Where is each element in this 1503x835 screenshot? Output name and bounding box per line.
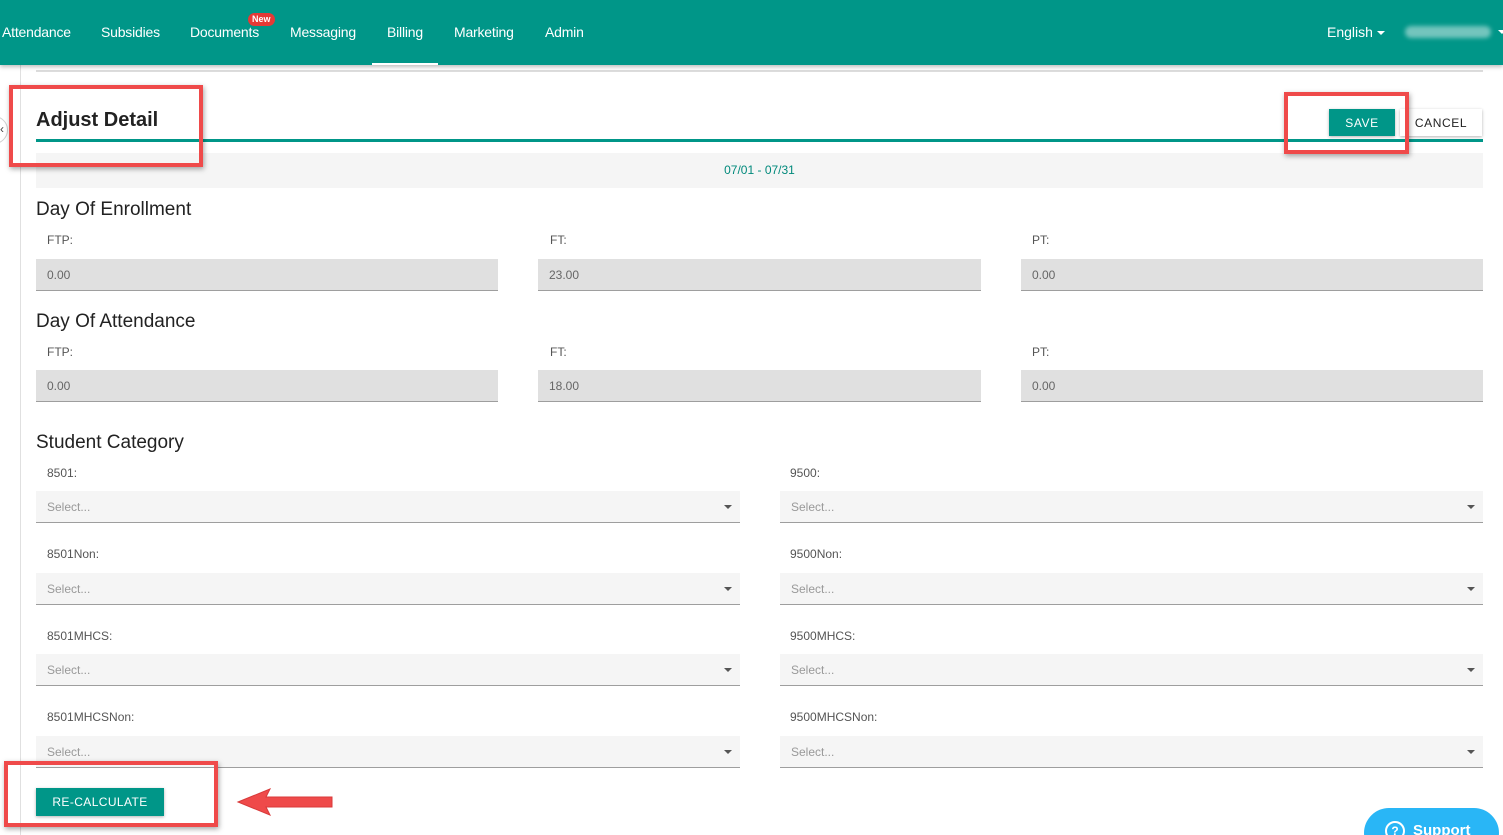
highlight-box-title (9, 85, 203, 167)
category-9500-select[interactable]: Select... (780, 491, 1483, 523)
nav-item-billing[interactable]: Billing (372, 0, 438, 65)
chevron-down-icon (1467, 668, 1475, 672)
top-navigation-bar: Attendance Subsidies Documents New Messa… (0, 0, 1503, 65)
period-range: 07/01 - 07/31 (36, 153, 1483, 188)
category-8501mhcs-label: 8501MHCS: (47, 629, 113, 643)
user-menu-blurred[interactable] (1405, 26, 1491, 38)
category-8501non-label: 8501Non: (47, 547, 100, 561)
arrow-left-icon (236, 788, 333, 816)
attendance-pt-field: 0.00 (1021, 370, 1483, 402)
category-8501-select[interactable]: Select... (36, 491, 740, 523)
chevron-down-icon (724, 668, 732, 672)
chevron-down-icon (1467, 505, 1475, 509)
category-9500mhcs-select[interactable]: Select... (780, 654, 1483, 686)
attendance-ftp-label: FTP: (47, 345, 73, 359)
new-badge: New (248, 13, 275, 26)
collapse-panel-handle[interactable]: ‹ (0, 116, 8, 144)
category-9500-label: 9500: (790, 466, 821, 480)
nav-item-documents[interactable]: Documents (190, 0, 259, 65)
enrollment-ftp-field: 0.00 (36, 259, 498, 291)
language-label: English (1327, 24, 1373, 40)
chevron-down-icon (1467, 587, 1475, 591)
chevron-down-icon (724, 505, 732, 509)
nav-item-admin[interactable]: Admin (545, 0, 584, 65)
select-placeholder: Select... (791, 500, 835, 514)
chevron-left-icon: ‹ (0, 122, 4, 136)
highlight-box-recalculate (4, 761, 218, 827)
nav-item-attendance[interactable]: Attendance (2, 0, 71, 65)
chevron-down-icon (724, 587, 732, 591)
nav-item-subsidies[interactable]: Subsidies (101, 0, 160, 65)
chevron-down-icon (724, 750, 732, 754)
support-button[interactable]: ? Support (1364, 808, 1499, 835)
select-placeholder: Select... (47, 745, 91, 759)
category-8501non-select[interactable]: Select... (36, 573, 740, 605)
enrollment-section-title: Day Of Enrollment (36, 199, 192, 220)
help-icon: ? (1385, 821, 1405, 835)
nav-item-marketing[interactable]: Marketing (454, 0, 514, 65)
chevron-down-icon (1376, 31, 1385, 36)
nav-item-messaging[interactable]: Messaging (290, 0, 356, 65)
chevron-down-icon (1467, 750, 1475, 754)
select-placeholder: Select... (47, 663, 91, 677)
category-9500mhcs-label: 9500MHCS: (790, 629, 856, 643)
highlight-box-save (1284, 92, 1409, 154)
enrollment-pt-field: 0.00 (1021, 259, 1483, 291)
select-placeholder: Select... (47, 500, 91, 514)
category-8501mhcsnon-label: 8501MHCSNon: (47, 710, 135, 724)
top-divider (36, 70, 1483, 72)
attendance-ft-field: 18.00 (538, 370, 981, 402)
enrollment-pt-label: PT: (1032, 233, 1050, 247)
category-9500non-label: 9500Non: (790, 547, 843, 561)
enrollment-ft-label: FT: (550, 233, 567, 247)
category-9500non-select[interactable]: Select... (780, 573, 1483, 605)
select-placeholder: Select... (47, 582, 91, 596)
attendance-pt-label: PT: (1032, 345, 1050, 359)
select-placeholder: Select... (791, 745, 835, 759)
category-8501-label: 8501: (47, 466, 78, 480)
attendance-ft-label: FT: (550, 345, 567, 359)
category-8501mhcs-select[interactable]: Select... (36, 654, 740, 686)
select-placeholder: Select... (791, 582, 835, 596)
category-9500mhcsnon-select[interactable]: Select... (780, 736, 1483, 768)
enrollment-ft-field: 23.00 (538, 259, 981, 291)
chevron-down-icon[interactable] (1498, 30, 1503, 34)
category-9500mhcsnon-label: 9500MHCSNon: (790, 710, 878, 724)
cancel-button[interactable]: CANCEL (1400, 109, 1482, 136)
attendance-section-title: Day Of Attendance (36, 311, 196, 332)
title-underline (36, 139, 1483, 142)
select-placeholder: Select... (791, 663, 835, 677)
content-left-border (20, 65, 21, 835)
enrollment-ftp-label: FTP: (47, 233, 73, 247)
category-section-title: Student Category (36, 432, 184, 453)
attendance-ftp-field: 0.00 (36, 370, 498, 402)
support-label: Support (1413, 822, 1471, 835)
language-dropdown[interactable]: English (1327, 0, 1385, 65)
